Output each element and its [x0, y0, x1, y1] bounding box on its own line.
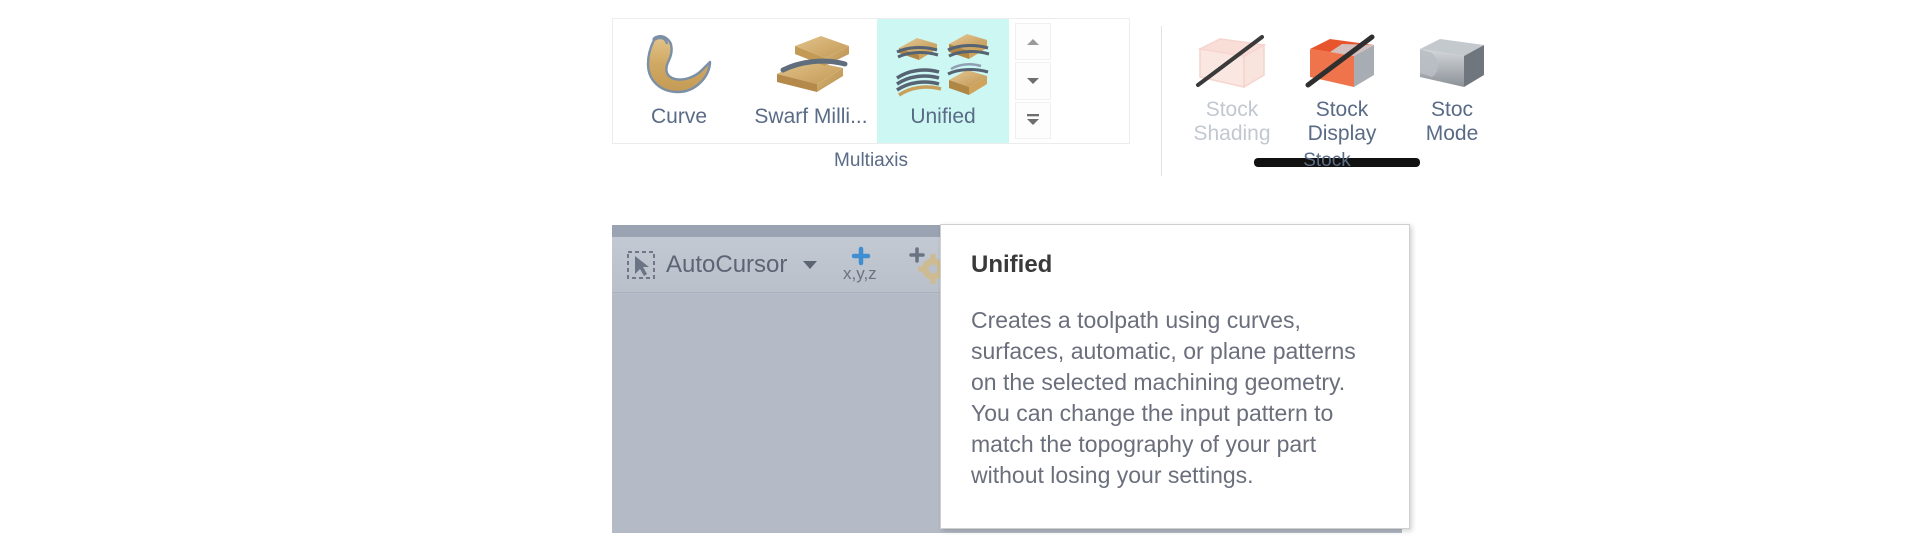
chevron-down-icon[interactable]: [803, 260, 818, 269]
ribbon-button-label: Curve: [650, 105, 708, 128]
stock-display-label-line1: Stock: [1315, 98, 1369, 121]
curve-surface-icon: [624, 27, 734, 105]
stock-model-icon: [1404, 28, 1500, 98]
ribbon-button-stock-display[interactable]: Stock Display: [1287, 18, 1397, 146]
tooltip-title: Unified: [971, 251, 1053, 278]
stock-shading-label-line1: Stock: [1205, 98, 1259, 121]
ribbon-button-label: Stock Display: [1308, 98, 1377, 146]
stock-shading-icon: [1184, 28, 1280, 98]
ribbon-button-curve[interactable]: Curve: [613, 19, 745, 143]
stock-display-icon: [1294, 28, 1390, 98]
ribbon-button-swarf-milling[interactable]: Swarf Milli...: [745, 19, 877, 143]
stock-shading-label-line2: Shading: [1193, 122, 1271, 145]
unified-toolpath-icon: [888, 27, 998, 105]
ribbon: Curve Swarf Milli... Unified Multiaxis S…: [612, 18, 1484, 186]
scroll-down-arrow[interactable]: [1015, 62, 1051, 100]
tooltip-body: Creates a toolpath using curves, surface…: [971, 307, 1356, 488]
ribbon-button-stock-model[interactable]: Stoc Mode: [1397, 18, 1507, 146]
tooltip-popup: Unified Creates a toolpath using curves,…: [940, 224, 1410, 529]
ribbon-button-label: Stock Shading: [1193, 98, 1270, 146]
gallery-expand-arrow[interactable]: [1015, 101, 1051, 139]
ribbon-button-stock-shading[interactable]: Stock Shading: [1177, 18, 1287, 146]
group-label-multiaxis: Multiaxis: [834, 150, 908, 171]
swarf-milling-icon: [756, 27, 866, 105]
stock-display-label-line2: Display: [1307, 122, 1377, 145]
scroll-up-arrow[interactable]: [1015, 23, 1051, 61]
ribbon-button-label: Swarf Milli...: [754, 105, 868, 128]
screenshot-stage: Curve Swarf Milli... Unified Multiaxis S…: [0, 0, 1920, 537]
group-label-stock: Stock: [1303, 150, 1351, 171]
ribbon-button-unified[interactable]: Unified: [877, 19, 1009, 143]
multiaxis-group-panel: Curve Swarf Milli... Unified: [612, 18, 1130, 144]
autocursor-label: AutoCursor: [666, 250, 788, 278]
ribbon-button-label: Stoc Mode: [1426, 98, 1479, 146]
stock-group-panel: Stock Shading Stock Display Stoc Mode: [1177, 18, 1507, 146]
xyz-point-icon[interactable]: x,y,z: [841, 245, 893, 285]
ribbon-group-divider: [1161, 26, 1162, 176]
stock-model-label-line1: Stoc: [1430, 98, 1474, 121]
ribbon-button-label: Unified: [910, 105, 976, 128]
svg-text:x,y,z: x,y,z: [843, 264, 877, 283]
stock-model-label-line2: Mode: [1425, 122, 1479, 145]
gallery-scroll-controls: [1013, 19, 1053, 143]
autocursor-arrow-icon: [626, 249, 656, 281]
